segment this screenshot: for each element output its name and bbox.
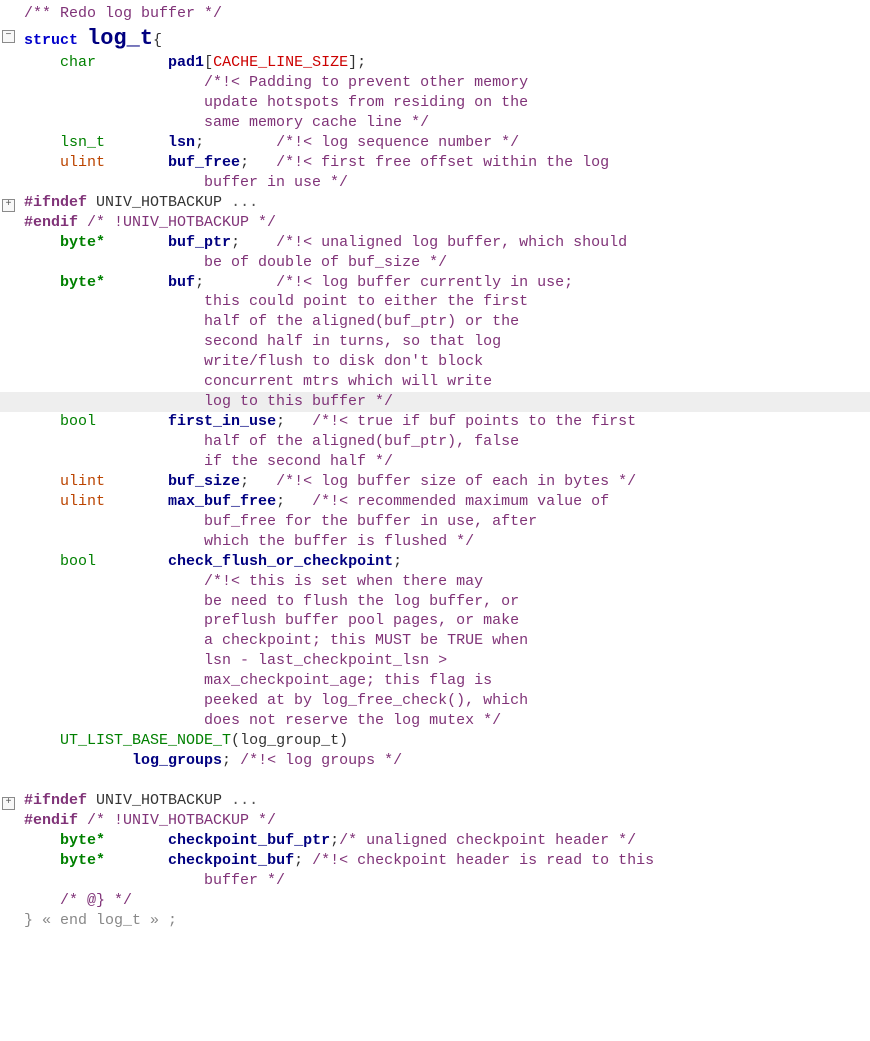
- macro-cache-line-size: CACHE_LINE_SIZE: [213, 54, 348, 71]
- comment: buffer in use */: [204, 174, 348, 191]
- field-buf_ptr: buf_ptr: [168, 234, 231, 251]
- comment: /* @} */: [60, 892, 132, 909]
- comment: /*!< log buffer currently in use;: [276, 274, 573, 291]
- type-lsn_t: lsn_t: [60, 134, 105, 151]
- type-char: char: [60, 54, 96, 71]
- comment: /*!< true if buf points to the first: [312, 413, 636, 430]
- comment: same memory cache line */: [204, 114, 429, 131]
- comment: /* !UNIV_HOTBACKUP */: [87, 812, 276, 829]
- field-check_flush_or_checkpoint: check_flush_or_checkpoint: [168, 553, 393, 570]
- field-checkpoint_buf: checkpoint_buf: [168, 852, 294, 869]
- preproc-symbol: UNIV_HOTBACKUP: [96, 792, 222, 809]
- field-first_in_use: first_in_use: [168, 413, 276, 430]
- field-log_groups: log_groups: [132, 752, 222, 769]
- fold-toggle-icon[interactable]: −: [2, 30, 15, 43]
- folded-dots: ...: [231, 194, 258, 211]
- preproc-endif: #endif: [24, 214, 78, 231]
- comment: concurrent mtrs which will write: [204, 373, 492, 390]
- comment: /*!< recommended maximum value of: [312, 493, 609, 510]
- comment: half of the aligned(buf_ptr) or the: [204, 313, 519, 330]
- preproc-ifndef: #ifndef: [24, 194, 87, 211]
- comment: buf_free for the buffer in use, after: [204, 513, 537, 530]
- comment: /* !UNIV_HOTBACKUP */: [87, 214, 276, 231]
- preproc-ifndef: #ifndef: [24, 792, 87, 809]
- field-checkpoint_buf_ptr: checkpoint_buf_ptr: [168, 832, 330, 849]
- comment: /*!< this is set when there may: [204, 573, 483, 590]
- highlighted-line: log to this buffer */: [0, 392, 870, 412]
- folded-dots: ...: [231, 792, 258, 809]
- comment: /*!< unaligned log buffer, which should: [276, 234, 627, 251]
- comment: max_checkpoint_age; this flag is: [204, 672, 492, 689]
- field-buf_free: buf_free: [168, 154, 240, 171]
- type-bool: bool: [60, 553, 96, 570]
- comment: /*!< log groups */: [240, 752, 402, 769]
- preproc-symbol: UNIV_HOTBACKUP: [96, 194, 222, 211]
- comment: which the buffer is flushed */: [204, 533, 474, 550]
- comment: lsn - last_checkpoint_lsn >: [204, 652, 447, 669]
- comment: be need to flush the log buffer, or: [204, 593, 519, 610]
- type-ulint: ulint: [60, 493, 105, 510]
- fold-toggle-icon[interactable]: +: [2, 199, 15, 212]
- type-ulint: ulint: [60, 473, 105, 490]
- comment: second half in turns, so that log: [204, 333, 501, 350]
- comment: update hotspots from residing on the: [204, 94, 528, 111]
- comment: /* unaligned checkpoint header */: [339, 832, 636, 849]
- field-pad1: pad1: [168, 54, 204, 71]
- comment: preflush buffer pool pages, or make: [204, 612, 519, 629]
- comment: buffer */: [204, 872, 285, 889]
- type-byte-ptr: byte*: [60, 832, 105, 849]
- struct-name: log_t: [87, 26, 153, 51]
- comment: /*!< first free offset within the log: [276, 154, 609, 171]
- field-max_buf_free: max_buf_free: [168, 493, 276, 510]
- field-lsn: lsn: [168, 134, 195, 151]
- comment: half of the aligned(buf_ptr), false: [204, 433, 519, 450]
- keyword-struct: struct: [24, 32, 78, 49]
- comment: does not reserve the log mutex */: [204, 712, 501, 729]
- comment: a checkpoint; this MUST be TRUE when: [204, 632, 528, 649]
- type-bool: bool: [60, 413, 96, 430]
- field-buf_size: buf_size: [168, 473, 240, 490]
- comment: /*!< Padding to prevent other memory: [204, 74, 528, 91]
- comment: if the second half */: [204, 453, 393, 470]
- comment: be of double of buf_size */: [204, 254, 447, 271]
- comment: this could point to either the first: [204, 293, 528, 310]
- comment: peeked at by log_free_check(), which: [204, 692, 528, 709]
- type-byte-ptr: byte*: [60, 234, 105, 251]
- field-buf: buf: [168, 274, 195, 291]
- comment: /*!< log buffer size of each in bytes */: [276, 473, 636, 490]
- type-byte-ptr: byte*: [60, 274, 105, 291]
- comment: /*!< log sequence number */: [276, 134, 519, 151]
- code-editor: /** Redo log buffer */ − struct log_t{ c…: [0, 0, 870, 938]
- struct-end: } « end log_t » ;: [24, 912, 177, 929]
- type-log_group_t: log_group_t: [240, 732, 339, 749]
- preproc-endif: #endif: [24, 812, 78, 829]
- comment: log to this buffer */: [204, 393, 393, 410]
- comment: /** Redo log buffer */: [24, 5, 222, 22]
- comment: /*!< checkpoint header is read to this: [312, 852, 654, 869]
- type-byte-ptr: byte*: [60, 852, 105, 869]
- macro-ut-list: UT_LIST_BASE_NODE_T: [60, 732, 231, 749]
- fold-toggle-icon[interactable]: +: [2, 797, 15, 810]
- comment: write/flush to disk don't block: [204, 353, 483, 370]
- type-ulint: ulint: [60, 154, 105, 171]
